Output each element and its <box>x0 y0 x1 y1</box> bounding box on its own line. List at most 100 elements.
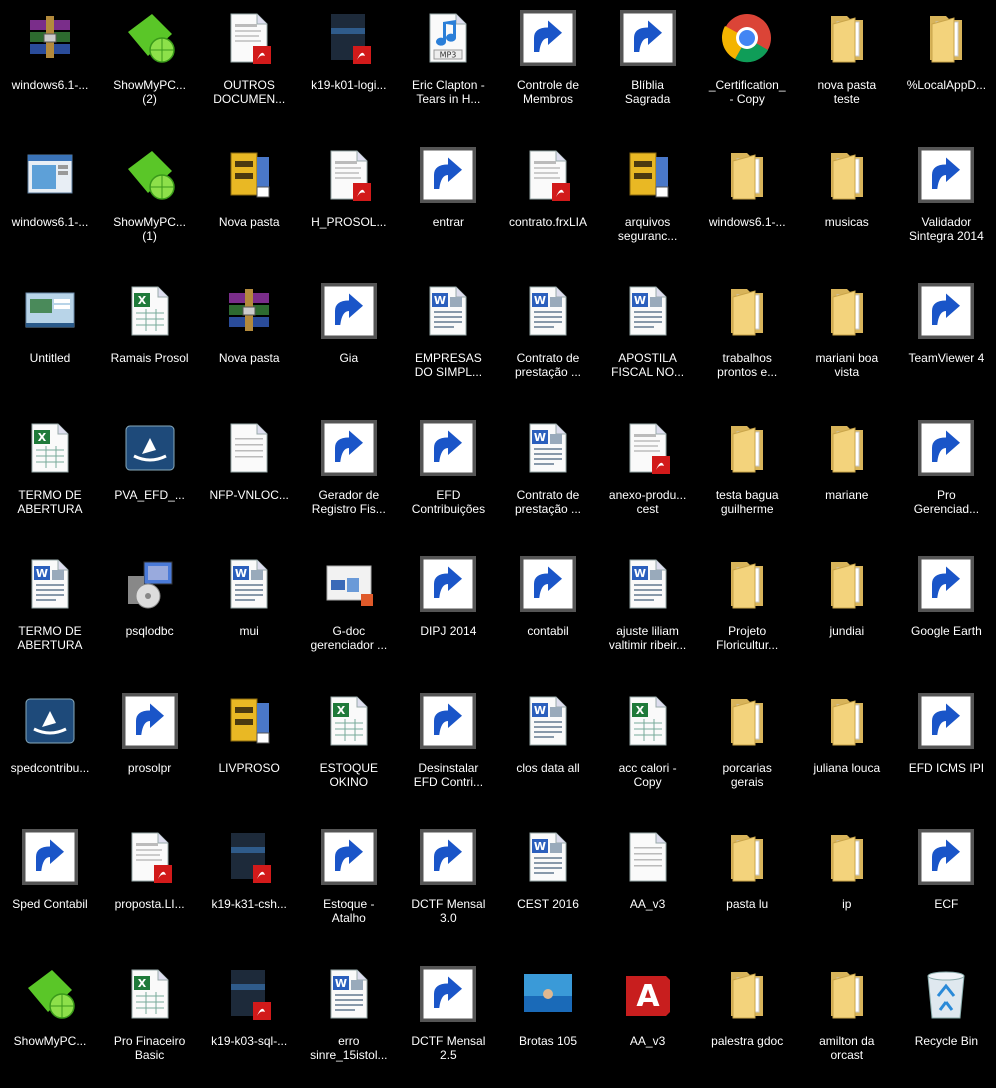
desktop-icon[interactable]: Xacc calori - Copy <box>598 683 698 815</box>
chrome-icon <box>719 10 775 66</box>
winrar-archive-icon <box>221 283 277 339</box>
desktop-icon[interactable]: contrato.frxLIA <box>498 137 598 269</box>
desktop-icon[interactable]: anexo-produ... cest <box>598 410 698 542</box>
desktop-icon[interactable]: W CEST 2016 <box>498 819 598 951</box>
desktop-icon[interactable]: W EMPRESAS DO SIMPL... <box>398 273 498 405</box>
desktop-icon[interactable]: Desinstalar EFD Contri... <box>398 683 498 815</box>
desktop-icon[interactable]: ShowMyPC... (2) <box>100 0 200 132</box>
desktop-icon-label: H_PROSOL... <box>311 214 387 229</box>
desktop-icon[interactable]: Wajuste liliam valtimir ribeir... <box>598 546 698 678</box>
excel-document-icon: X <box>22 420 78 476</box>
desktop-icon[interactable]: DCTF Mensal 3.0 <box>398 819 498 951</box>
svg-text:X: X <box>38 431 47 444</box>
sped-globe-icon: SPED <box>918 692 975 749</box>
desktop-icon[interactable]: k19-k03-sql-... <box>199 956 299 1088</box>
desktop-icon[interactable]: Werro sinre_15istol... <box>299 956 399 1088</box>
desktop-icon-label: PVA_EFD_... <box>114 487 185 502</box>
desktop-icon[interactable]: proposta.LI... <box>100 819 200 951</box>
desktop-icon[interactable]: Wmui <box>199 546 299 678</box>
desktop-icon[interactable]: MP3 Eric Clapton - Tears in H... <box>398 0 498 132</box>
desktop-icon[interactable]: pasta lu <box>697 819 797 951</box>
desktop-icon-label: windows6.1-... <box>11 214 89 229</box>
desktop-icon[interactable]: SPED EFD ICMS IPI <box>896 683 996 815</box>
desktop-icon[interactable]: TeamViewer 4 <box>896 273 996 405</box>
desktop-icon[interactable]: %LocalAppD... <box>896 0 996 132</box>
desktop-icon[interactable]: windows6.1-... <box>0 137 100 269</box>
sped-pva-icon <box>22 693 78 749</box>
desktop-icon[interactable]: NFP-VNLOC... <box>199 410 299 542</box>
desktop-icon[interactable]: Blíblia Sagrada <box>598 0 698 132</box>
desktop-icon[interactable]: Nova pasta <box>199 273 299 405</box>
desktop-icon[interactable]: SPED ECF <box>896 819 996 951</box>
desktop-icon[interactable]: Brotas 105 <box>498 956 598 1088</box>
desktop-icon[interactable]: jundiai <box>797 546 897 678</box>
desktop-icon[interactable]: mariane <box>797 410 897 542</box>
desktop-icon[interactable]: testa bagua guilherme <box>697 410 797 542</box>
desktop-icon[interactable]: X Pro Finaceiro Basic <box>100 956 200 1088</box>
desktop-icon[interactable]: k19-k01-logi... <box>299 0 399 132</box>
desktop-icon[interactable]: A AA_v3 <box>598 956 698 1088</box>
desktop-icon[interactable]: LIVPROSO <box>199 683 299 815</box>
desktop-icon[interactable]: Projeto Floricultur... <box>697 546 797 678</box>
desktop-icon[interactable]: porcarias gerais <box>697 683 797 815</box>
desktop-icon-label: Recycle Bin <box>914 1033 979 1048</box>
desktop-icon[interactable]: arquivos seguranc... <box>598 137 698 269</box>
desktop-icon[interactable]: SPED EFD Contribuições <box>398 410 498 542</box>
receita-diamond-icon <box>420 556 477 612</box>
desktop-icon[interactable]: spedcontribu... <box>0 683 100 815</box>
desktop-icon[interactable]: G-doc gerenciador ... <box>299 546 399 678</box>
desktop-icon[interactable]: Untitled <box>0 273 100 405</box>
desktop-icon-label: EFD Contribuições <box>411 487 486 516</box>
desktop-icon[interactable]: windows6.1-... <box>0 0 100 132</box>
desktop-icon[interactable]: Validador Sintegra 2014 <box>896 137 996 269</box>
desktop-icon[interactable]: W Contrato de prestação ... <box>498 273 598 405</box>
desktop-icon-label: proposta.LI... <box>114 897 185 911</box>
desktop-icon[interactable]: nova pasta teste <box>797 0 897 132</box>
desktop-icon[interactable]: mariani boa vista <box>797 273 897 405</box>
desktop-icon[interactable]: psqlodbc <box>100 546 200 678</box>
desktop-icon[interactable]: W APOSTILA FISCAL NO... <box>598 273 698 405</box>
word-document-icon: W <box>520 829 576 885</box>
desktop-icon[interactable]: ShowMyPC... (1) <box>100 137 200 269</box>
desktop-icon[interactable]: X TERMO DE ABERTURA <box>0 410 100 542</box>
desktop-icon[interactable]: ShowMyPC... <box>0 956 100 1088</box>
desktop-icon[interactable]: entrar <box>398 137 498 269</box>
desktop-icon[interactable]: Sped Contabil <box>0 819 100 951</box>
desktop-icon-label: nova pasta teste <box>817 78 877 106</box>
desktop-icon[interactable]: DIPJ 2014 <box>398 546 498 678</box>
desktop-icon[interactable]: musicas <box>797 137 897 269</box>
desktop-icon[interactable]: Controle de Membros <box>498 0 598 132</box>
desktop-icon[interactable]: trabalhos prontos e... <box>697 273 797 405</box>
desktop-icon[interactable]: Recycle Bin <box>896 956 996 1088</box>
desktop-icon[interactable]: X ESTOQUE OKINO <box>299 683 399 815</box>
desktop-icon[interactable]: Google Earth <box>896 546 996 678</box>
desktop-icon[interactable]: OUTROS DOCUMEN... <box>199 0 299 132</box>
desktop-icon[interactable]: W TERMO DE ABERTURA <box>0 546 100 678</box>
desktop-icon[interactable]: Estoque - Atalho <box>299 819 399 951</box>
desktop-icon[interactable]: X Ramais Prosol <box>100 273 200 405</box>
sintegra-icon <box>918 146 975 203</box>
desktop-icon-label: acc calori - Copy <box>618 760 677 789</box>
desktop-icon[interactable]: Pro Gerenciad... <box>896 410 996 542</box>
desktop-icon[interactable]: juliana louca <box>797 683 897 815</box>
desktop-icon[interactable]: k19-k31-csh... <box>199 819 299 951</box>
desktop-icon[interactable]: GRFCBT Gerador de Registro Fis... <box>299 410 399 542</box>
desktop-icon[interactable]: ContábilANS contabil <box>498 546 598 678</box>
desktop-icon[interactable]: amilton da orcast <box>797 956 897 1088</box>
desktop-icon[interactable]: prosolpr <box>100 683 200 815</box>
desktop-icon[interactable]: AA_v3 <box>598 819 698 951</box>
desktop-icon[interactable]: G Gia <box>299 273 399 405</box>
desktop-icon-label: Brotas 105 <box>518 1033 578 1048</box>
desktop-icon[interactable]: ip <box>797 819 897 951</box>
desktop-icon[interactable]: _Certification_ - Copy <box>697 0 797 132</box>
desktop-icon[interactable]: palestra gdoc <box>697 956 797 1088</box>
pdf-book-icon <box>221 829 277 885</box>
desktop-icon[interactable]: windows6.1-... <box>697 137 797 269</box>
desktop-icon[interactable]: W Contrato de prestação ... <box>498 410 598 542</box>
desktop-icon[interactable]: DCTF Mensal 2.5 <box>398 956 498 1088</box>
desktop-icon[interactable]: Nova pasta <box>199 137 299 269</box>
desktop-icon[interactable]: Wclos data all <box>498 683 598 815</box>
desktop-icon[interactable]: PVA_EFD_... <box>100 410 200 542</box>
desktop-icon-label: juliana louca <box>813 760 881 775</box>
desktop-icon[interactable]: H_PROSOL... <box>299 137 399 269</box>
